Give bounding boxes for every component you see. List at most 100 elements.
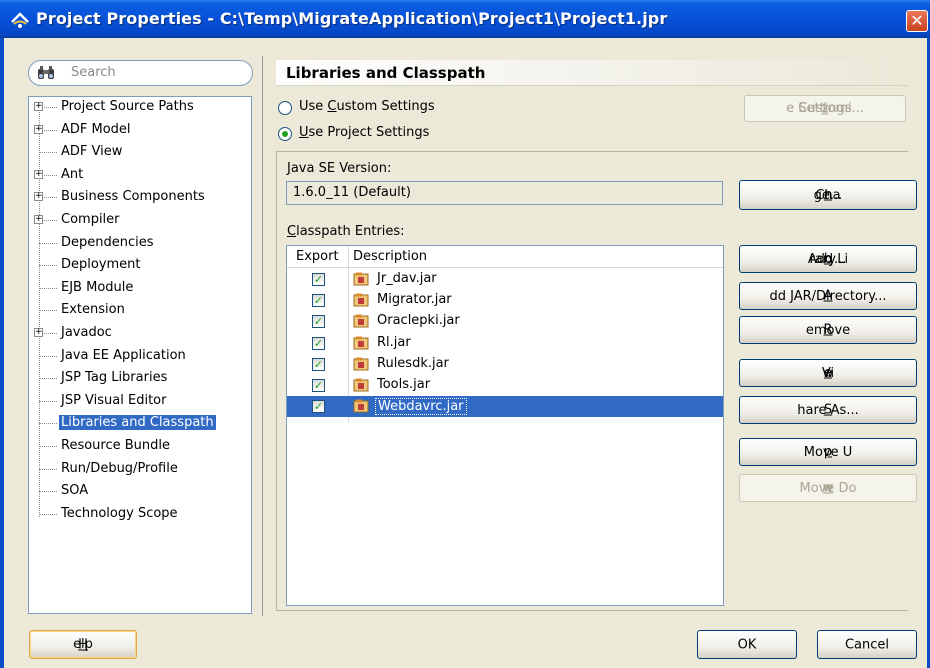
tree-item-label: Dependencies — [61, 234, 154, 250]
tree-item[interactable]: Deployment — [29, 255, 251, 277]
tree-item[interactable]: + Compiler — [29, 210, 251, 232]
panel-header: Libraries and Classpath — [276, 60, 908, 86]
description-column-header[interactable]: Description — [353, 249, 427, 264]
view-button[interactable]: Vi e w — [739, 359, 917, 387]
tree-item[interactable]: EJB Module — [29, 278, 251, 300]
binoculars-icon — [38, 66, 54, 79]
export-checkbox[interactable]: ✓ — [312, 315, 325, 329]
tree-item[interactable]: JSP Visual Editor — [29, 391, 251, 413]
classpath-table[interactable]: Export Description ✓ Jr_dav.jar ✓ Migrator.… — [286, 245, 724, 606]
expand-icon[interactable]: + — [34, 328, 43, 337]
tree-item-label: Compiler — [61, 212, 120, 227]
library-jar-icon — [353, 314, 369, 328]
window-frame-left — [0, 38, 4, 668]
tree-item[interactable]: Technology Scope — [29, 504, 251, 526]
tree-item-label: Ant — [61, 166, 84, 182]
table-row[interactable]: ✓ Rulesdk.jar — [287, 354, 723, 375]
tree-connector — [39, 491, 57, 493]
tree-item-label: Java EE Application — [61, 347, 186, 363]
change-button[interactable]: Cha n ge... — [739, 180, 917, 210]
tree-item[interactable]: + Ant — [29, 165, 251, 187]
page-title: Libraries and Classpath — [286, 64, 486, 82]
use-custom-settings-label[interactable]: Use Custom Settings — [299, 99, 435, 114]
add-library-button[interactable]: Add Li b rary... — [739, 245, 917, 273]
search-box[interactable]: Search — [28, 60, 253, 86]
library-jar-icon — [353, 336, 369, 350]
jar-name: Webdavrc.jar — [375, 398, 467, 416]
export-checkbox[interactable]: ✓ — [312, 336, 325, 350]
move-down-button[interactable]: Move Do w n — [739, 474, 917, 502]
use-project-settings-label[interactable]: Use Project Settings — [299, 125, 429, 140]
jar-name: Rulesdk.jar — [377, 355, 449, 371]
expand-icon[interactable]: + — [34, 102, 43, 111]
title-bar[interactable]: Project Properties - C:\Temp\MigrateAppl… — [0, 0, 930, 38]
tree-item[interactable]: + Project Source Paths — [29, 97, 251, 119]
tree-item[interactable]: Extension — [29, 300, 251, 322]
splitter[interactable] — [262, 56, 263, 616]
export-checkbox[interactable]: ✓ — [312, 357, 325, 371]
use-project-settings-radio[interactable] — [278, 127, 292, 141]
library-jar-icon — [353, 399, 369, 413]
window-title: Project Properties - C:\Temp\MigrateAppl… — [36, 9, 668, 28]
jar-name: Jr_dav.jar — [377, 271, 437, 286]
tree-item-label: JSP Visual Editor — [61, 392, 167, 408]
close-button[interactable]: ✕ — [906, 10, 928, 32]
export-checkbox[interactable]: ✓ — [312, 294, 325, 308]
tree-item[interactable]: ADF View — [29, 142, 251, 164]
category-tree[interactable]: + Project Source Paths + ADF Model ADF View +… — [28, 96, 252, 614]
expand-icon[interactable]: + — [34, 215, 43, 224]
move-up-button[interactable]: Move Up — [739, 438, 917, 466]
tree-item[interactable]: SOA — [29, 481, 251, 503]
jar-name: Oraclepki.jar — [377, 313, 460, 329]
table-row[interactable]: ✓ Migrator.jar — [287, 290, 723, 311]
java-se-version-label: Java SE Version: — [287, 161, 392, 176]
table-row[interactable]: ✓ Jr_dav.jar — [287, 269, 723, 290]
expand-icon[interactable]: + — [34, 124, 43, 134]
project-properties-dialog: Project Properties - C:\Temp\MigrateAppl… — [0, 0, 930, 668]
tree-item-label: Deployment — [61, 257, 141, 273]
java-se-version-field: 1.6.0_11 (Default) — [286, 181, 723, 205]
export-checkbox[interactable]: ✓ — [312, 379, 325, 392]
tree-connector — [39, 513, 57, 515]
tree-connector — [39, 355, 57, 357]
export-column-header[interactable]: Export — [296, 249, 339, 264]
tree-item-label: Resource Bundle — [61, 438, 171, 453]
close-icon: ✕ — [910, 11, 924, 30]
cancel-button[interactable]: Cancel — [817, 630, 917, 659]
use-custom-settings-radio[interactable] — [278, 101, 292, 115]
tree-item-label: Run/Debug/Profile — [61, 460, 178, 476]
tree-connector — [39, 287, 57, 289]
export-checkbox[interactable]: ✓ — [312, 400, 325, 414]
customize-settings-button[interactable]: Customi z e Settings... — [744, 95, 906, 122]
tree-connector — [39, 265, 57, 267]
tree-item[interactable]: Resource Bundle — [29, 436, 251, 458]
jar-name: Tools.jar — [377, 377, 431, 392]
tree-item[interactable]: + ADF Model — [29, 120, 251, 142]
tree-item-label: Libraries and Classpath — [59, 415, 216, 431]
table-row[interactable]: ✓ Webdavrc.jar — [287, 396, 723, 418]
jar-name: Migrator.jar — [377, 292, 452, 308]
table-row[interactable]: ✓ Tools.jar — [287, 375, 723, 396]
tree-item[interactable]: JSP Tag Libraries — [29, 368, 251, 390]
help-button[interactable]: Help — [29, 630, 137, 659]
tree-item[interactable]: Libraries and Classpath — [29, 413, 251, 435]
tree-item[interactable]: + Business Components — [29, 187, 251, 209]
tree-connector — [39, 310, 57, 312]
remove-button[interactable]: Remove — [739, 316, 917, 344]
tree-item[interactable]: Java EE Application — [29, 346, 251, 368]
share-as-button[interactable]: Share As... — [739, 396, 917, 424]
tree-connector — [39, 242, 57, 244]
export-checkbox[interactable]: ✓ — [312, 273, 325, 286]
search-input[interactable]: Search — [71, 65, 116, 80]
tree-item[interactable]: Run/Debug/Profile — [29, 459, 251, 481]
table-row[interactable]: ✓ Oraclepki.jar — [287, 311, 723, 332]
tree-item[interactable]: + Javadoc — [29, 323, 251, 345]
expand-icon[interactable]: + — [34, 192, 43, 202]
ok-button[interactable]: OK — [697, 630, 797, 659]
table-row[interactable]: ✓ Rl.jar — [287, 333, 723, 354]
tree-item-label: Javadoc — [61, 325, 112, 340]
expand-icon[interactable]: + — [34, 169, 43, 179]
add-jar-directory-button[interactable]: Add JAR/Directory... — [739, 282, 917, 310]
tree-item[interactable]: Dependencies — [29, 233, 251, 255]
library-jar-icon — [353, 378, 369, 392]
